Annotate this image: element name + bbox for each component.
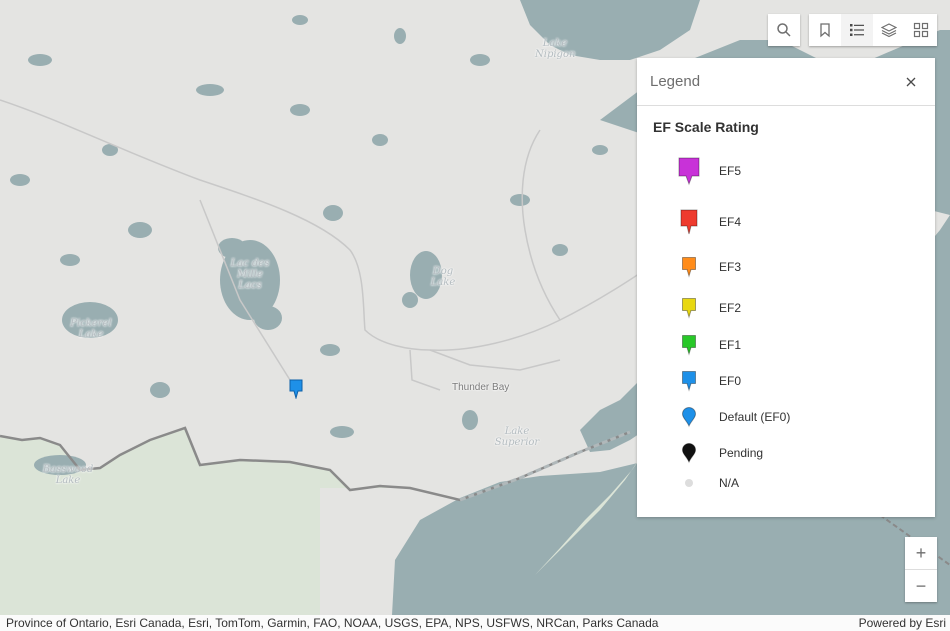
layers-icon xyxy=(881,23,897,38)
search-icon xyxy=(777,23,791,37)
zoom-in-button[interactable]: + xyxy=(905,537,937,569)
grid-icon xyxy=(913,22,929,38)
legend-item-label: N/A xyxy=(719,476,740,490)
legend-symbol-icon xyxy=(673,252,705,282)
label-lac-des-mille-lacs: Lac des Mille Lacs xyxy=(225,258,275,291)
attribution-sources[interactable]: Province of Ontario, Esri Canada, Esri, … xyxy=(6,616,658,630)
list-icon xyxy=(850,24,864,36)
legend-item-label: EF4 xyxy=(719,215,742,229)
legend-item-ef4: EF4 xyxy=(637,207,935,237)
search-button[interactable] xyxy=(768,14,800,46)
legend-panel: Legend EF Scale Rating EF5 EF4 EF3 EF2 EF1 EF… xyxy=(637,58,935,517)
legend-symbol-icon xyxy=(673,468,705,498)
legend-item-pending: Pending xyxy=(637,438,935,468)
legend-close-button[interactable] xyxy=(901,72,921,92)
label-line: Pickerel xyxy=(70,318,112,329)
label-line: Dog xyxy=(432,266,454,277)
legend-item-label: EF1 xyxy=(719,338,742,352)
powered-by-esri[interactable]: Powered by Esri xyxy=(859,616,946,630)
label-line: Lake xyxy=(504,426,530,437)
legend-header: Legend xyxy=(637,58,935,106)
widget-toolbar xyxy=(809,14,937,46)
zoom-out-button[interactable]: − xyxy=(905,569,937,602)
basemap-gallery-button[interactable] xyxy=(905,14,937,46)
legend-symbol-icon xyxy=(673,293,705,323)
legend-symbol-icon xyxy=(673,330,705,360)
bookmark-icon xyxy=(820,23,830,38)
label-line: Lacs xyxy=(238,280,262,291)
legend-symbol-icon xyxy=(673,207,705,237)
legend-item-label: EF0 xyxy=(719,374,742,388)
legend-item-label: EF2 xyxy=(719,301,742,315)
legend-item-label: Pending xyxy=(719,446,764,460)
label-lake-superior: Lake Superior xyxy=(492,426,542,448)
legend-item-ef1: EF1 xyxy=(637,330,935,360)
legend-symbol-icon xyxy=(673,366,705,396)
label-line: Lake xyxy=(430,277,456,288)
legend-symbol-icon xyxy=(673,402,705,432)
bookmarks-button[interactable] xyxy=(809,14,841,46)
search-toolbar xyxy=(768,14,800,46)
layer-list-button[interactable] xyxy=(873,14,905,46)
label-line: Superior xyxy=(494,437,540,448)
label-pickerel-lake: Pickerel Lake xyxy=(64,318,118,340)
label-line: Lake xyxy=(542,38,568,49)
label-line: Lake xyxy=(78,329,104,340)
tornado-marker-ef0[interactable] xyxy=(289,379,303,399)
attribution-bar: Province of Ontario, Esri Canada, Esri, … xyxy=(0,615,950,631)
legend-item-ef3: EF3 xyxy=(637,252,935,282)
legend-item-ef0: EF0 xyxy=(637,366,935,396)
label-line: Basswood xyxy=(42,464,94,475)
legend-item-ef2: EF2 xyxy=(637,293,935,323)
legend-button[interactable] xyxy=(841,14,873,46)
legend-title: Legend xyxy=(650,73,701,90)
legend-item-label: EF5 xyxy=(719,164,742,178)
legend-symbol-icon xyxy=(673,438,705,468)
label-basswood-lake: Basswood Lake xyxy=(38,464,98,486)
label-lake-nipigon: Lake Nipigon xyxy=(535,38,575,60)
legend-item-default-ef0: Default (EF0) xyxy=(637,402,935,432)
close-icon xyxy=(906,77,916,87)
marker-shape xyxy=(289,379,303,399)
legend-item-label: Default (EF0) xyxy=(719,410,791,424)
legend-item-n-a: N/A xyxy=(637,468,935,498)
legend-layer-title: EF Scale Rating xyxy=(653,119,759,135)
legend-item-label: EF3 xyxy=(719,260,742,274)
label-thunder-bay: Thunder Bay xyxy=(452,382,510,393)
legend-symbol-icon xyxy=(673,156,705,186)
label-line: Nipigon xyxy=(535,49,576,60)
label-dog-lake: Dog Lake xyxy=(425,266,461,288)
label-line: Lac des xyxy=(230,258,270,269)
label-line: Lake xyxy=(55,475,81,486)
label-line: Mille xyxy=(237,269,263,280)
legend-item-ef5: EF5 xyxy=(637,156,935,186)
zoom-controls: + − xyxy=(905,537,937,602)
